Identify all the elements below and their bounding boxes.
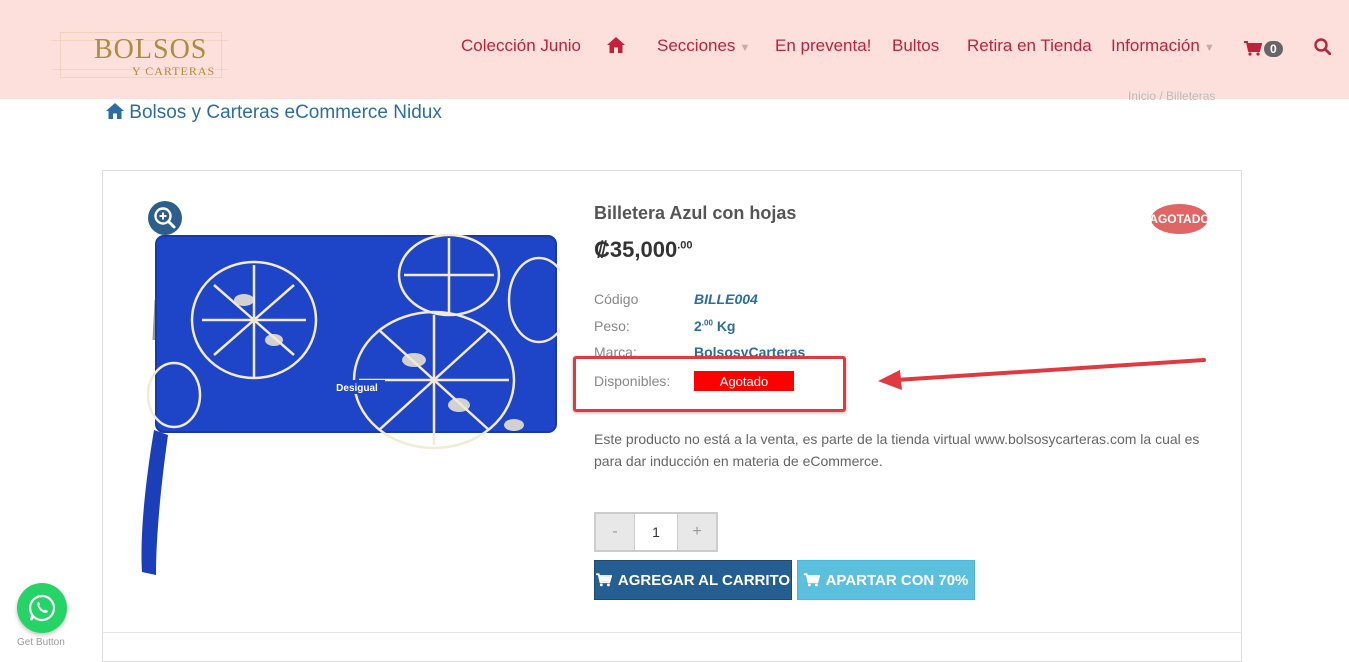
cart-button[interactable]: 0 bbox=[1244, 38, 1283, 58]
annotation-highlight-box bbox=[573, 356, 846, 412]
cart-icon bbox=[1244, 41, 1263, 56]
peso-decimals: .00 bbox=[701, 318, 713, 328]
nav-coleccion-junio[interactable]: Colección Junio bbox=[461, 36, 581, 56]
nav-secciones[interactable]: Secciones ▼ bbox=[657, 36, 750, 56]
product-image[interactable]: Desigual bbox=[134, 230, 560, 580]
breadcrumb[interactable]: Inicio / Billeteras bbox=[1128, 89, 1215, 103]
nav-informacion[interactable]: Información ▼ bbox=[1111, 36, 1215, 56]
annotation-arrow-icon bbox=[878, 358, 1206, 390]
quantity-stepper: - 1 + bbox=[594, 512, 718, 552]
whatsapp-caption: Get Button bbox=[17, 637, 65, 648]
quantity-decrement-button[interactable]: - bbox=[596, 514, 634, 550]
peso-label: Peso: bbox=[594, 318, 630, 334]
chevron-down-icon: ▼ bbox=[739, 42, 751, 54]
main-nav: Colección Junio Secciones ▼ En preventa! … bbox=[0, 36, 1349, 62]
add-to-cart-button[interactable]: AGREGAR AL CARRITO bbox=[594, 560, 792, 600]
brand-print: Desigual bbox=[336, 383, 378, 394]
quantity-increment-button[interactable]: + bbox=[678, 514, 716, 550]
product-price: ₡35,000.00 bbox=[594, 237, 692, 263]
whatsapp-icon bbox=[28, 594, 56, 622]
cart-count-badge: 0 bbox=[1264, 40, 1283, 57]
nav-en-preventa[interactable]: En preventa! bbox=[775, 36, 871, 56]
peso-number: 2 bbox=[694, 318, 702, 334]
search-icon[interactable] bbox=[1314, 38, 1332, 60]
divider bbox=[102, 632, 1242, 633]
nav-informacion-label: Información bbox=[1111, 36, 1200, 55]
nav-bultos[interactable]: Bultos bbox=[892, 36, 939, 56]
codigo-value: BILLE004 bbox=[694, 291, 758, 307]
logo-sub-text: Y CARTERAS bbox=[132, 64, 216, 78]
peso-unit: Kg bbox=[716, 318, 736, 334]
nav-retira-en-tienda[interactable]: Retira en Tienda bbox=[967, 36, 1092, 56]
price-cents: .00 bbox=[677, 239, 693, 252]
peso-value: 2.00 Kg bbox=[694, 318, 735, 334]
status-badge: AGOTADO bbox=[1149, 204, 1210, 234]
nav-secciones-label: Secciones bbox=[657, 36, 736, 55]
page-title-text: Bolsos y Carteras eCommerce Nidux bbox=[129, 102, 442, 123]
codigo-label: Código bbox=[594, 291, 639, 307]
price-main: ₡35,000 bbox=[594, 237, 678, 262]
product-description: Este producto no está a la venta, es par… bbox=[594, 431, 1200, 469]
reserve-label: APARTAR CON 70% bbox=[825, 571, 969, 589]
cart-icon bbox=[803, 573, 820, 587]
quantity-input[interactable]: 1 bbox=[634, 514, 678, 550]
zoom-button[interactable] bbox=[148, 201, 182, 235]
cart-icon bbox=[595, 573, 612, 587]
home-icon bbox=[106, 103, 124, 119]
site-header: BOLSOS Y CARTERAS Colección Junio Seccio… bbox=[0, 0, 1349, 99]
product-title: Billetera Azul con hojas bbox=[594, 203, 797, 223]
chevron-down-icon: ▼ bbox=[1203, 42, 1215, 54]
whatsapp-button[interactable] bbox=[17, 583, 67, 633]
home-icon[interactable] bbox=[607, 37, 625, 58]
add-to-cart-label: AGREGAR AL CARRITO bbox=[617, 571, 791, 589]
page-title[interactable]: Bolsos y Carteras eCommerce Nidux bbox=[106, 102, 442, 124]
zoom-in-icon bbox=[154, 207, 176, 229]
reserve-button[interactable]: APARTAR CON 70% bbox=[797, 560, 975, 600]
